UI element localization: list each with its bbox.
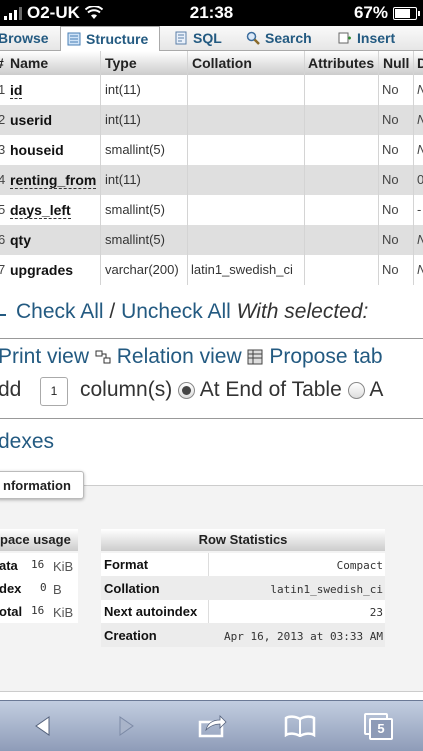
- propose-table-structure-link[interactable]: Propose tab: [269, 345, 382, 368]
- column-divider: [187, 51, 188, 285]
- table-row: 3 houseid smallint(5) No N: [0, 135, 423, 165]
- browser-toolbar: 5: [0, 700, 423, 751]
- add-label: dd: [0, 378, 22, 401]
- space-label-index: dex: [0, 581, 22, 596]
- table-row: 2 userid int(11) No N: [0, 105, 423, 135]
- column-name: userid: [10, 112, 53, 128]
- row-stat-label: Next autoindex: [104, 604, 198, 619]
- tabs-button[interactable]: 5: [348, 701, 408, 751]
- col-name-header[interactable]: Name: [10, 55, 48, 71]
- battery-icon: [393, 6, 420, 20]
- row-stat-value: 23: [369, 606, 383, 619]
- at-beginning-radio[interactable]: [347, 381, 365, 399]
- relation-view-link[interactable]: Relation view: [117, 345, 242, 368]
- column-divider: [378, 51, 379, 285]
- table-row: 1 id int(11) No N: [0, 75, 423, 105]
- col-type-header[interactable]: Type: [105, 55, 137, 71]
- row-stat-label: Format: [104, 557, 149, 572]
- back-arrow-icon: [35, 716, 50, 736]
- check-all-link[interactable]: Check All: [16, 300, 104, 323]
- arrow-icon: [0, 314, 6, 316]
- battery-label: 67%: [353, 3, 388, 22]
- check-actions: Check All / Uncheck All With selected:: [16, 300, 369, 323]
- sql-icon: [175, 31, 187, 45]
- col-attributes-header[interactable]: Attributes: [308, 55, 374, 71]
- row-stat-value: Apr 16, 2013 at 03:33 AM: [224, 630, 383, 643]
- column-divider: [100, 51, 101, 285]
- column-name[interactable]: renting_from: [10, 172, 97, 189]
- share-icon: [198, 715, 227, 738]
- back-button[interactable]: [13, 701, 73, 751]
- tab-sql[interactable]: SQL: [174, 26, 222, 50]
- space-label-total: otal: [0, 604, 23, 619]
- bookmarks-icon: [284, 715, 316, 737]
- column-name: qty: [10, 232, 31, 248]
- table-row: 7 upgrades varchar(200) latin1_swedish_c…: [0, 255, 423, 285]
- insert-icon: [338, 32, 351, 44]
- column-name[interactable]: days_left: [10, 202, 71, 219]
- ios-status-bar: O2-UK 21:38 67%: [0, 0, 423, 26]
- search-icon: [246, 31, 260, 45]
- forward-arrow-icon: [119, 716, 134, 736]
- print-view-link[interactable]: Print view: [0, 345, 89, 368]
- space-usage-header: pace usage: [0, 529, 78, 551]
- col-collation-header[interactable]: Collation: [192, 55, 252, 71]
- col-default-header[interactable]: D: [417, 55, 423, 71]
- uncheck-all-link[interactable]: Uncheck All: [121, 300, 231, 323]
- share-button[interactable]: [183, 701, 243, 751]
- table-row: 5 days_left smallint(5) No -: [0, 195, 423, 225]
- add-column-count-input[interactable]: 1: [40, 377, 68, 406]
- table-row: 6 qty smallint(5) No N: [0, 225, 423, 255]
- at-end-radio[interactable]: [178, 381, 196, 399]
- column-name: houseid: [10, 142, 64, 158]
- view-links: Print view Relation view Propose tab: [0, 345, 383, 369]
- relation-view-icon: [95, 350, 111, 364]
- col-null-header[interactable]: Null: [383, 55, 409, 71]
- propose-structure-icon: [247, 349, 263, 365]
- tab-bar: Browse Structure SQL Search Insert: [0, 26, 423, 51]
- with-selected-label: With selected:: [236, 300, 369, 323]
- indexes-link[interactable]: dexes: [0, 430, 54, 454]
- column-divider: [304, 51, 305, 285]
- row-stat-label: Creation: [104, 628, 157, 643]
- divider: [0, 418, 423, 419]
- tab-browse[interactable]: Browse: [0, 26, 49, 50]
- row-stat-value: Compact: [336, 559, 383, 572]
- column-name: upgrades: [10, 262, 74, 278]
- space-label-data: ata: [0, 558, 18, 573]
- row-stat-label: Collation: [104, 581, 160, 596]
- tab-search[interactable]: Search: [246, 26, 312, 50]
- structure-icon: [67, 32, 81, 46]
- col-num-header: #: [0, 55, 4, 71]
- tab-insert[interactable]: Insert: [338, 26, 395, 50]
- column-divider: [413, 51, 414, 285]
- table-row: 4 renting_from int(11) No 0: [0, 165, 423, 195]
- bookmarks-button[interactable]: [270, 701, 330, 751]
- divider: [0, 338, 423, 339]
- forward-button[interactable]: [96, 701, 156, 751]
- pages-icon: 5: [364, 713, 393, 740]
- row-statistics-header: Row Statistics: [101, 529, 385, 551]
- row-stat-value: latin1_swedish_ci: [270, 583, 383, 596]
- tabs-count: 5: [369, 718, 393, 740]
- column-name[interactable]: id: [10, 82, 23, 99]
- tab-structure[interactable]: Structure: [60, 26, 160, 51]
- add-column-controls: column(s) At End of Table A: [80, 378, 384, 401]
- structure-table-header: # Name Type Collation Attributes Null D: [0, 51, 423, 76]
- information-tab[interactable]: nformation: [0, 471, 84, 499]
